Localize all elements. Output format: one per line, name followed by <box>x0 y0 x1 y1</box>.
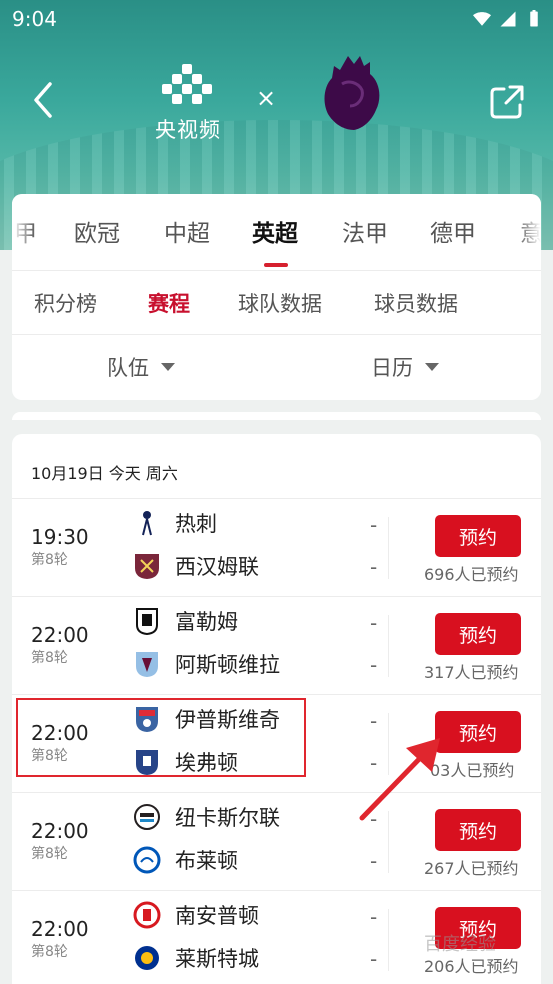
tab-league-5[interactable]: 德甲 <box>430 214 476 248</box>
title-bar: 央视频 × <box>0 56 553 148</box>
caret-down-icon <box>425 363 439 371</box>
signal-icon <box>500 11 516 27</box>
status-bar: 9:04 <box>0 0 553 38</box>
leicester-badge-icon <box>135 946 159 970</box>
cctv-logo-mark <box>162 64 212 104</box>
match-round: 第8轮 <box>31 944 68 960</box>
caret-down-icon <box>161 363 175 371</box>
match-row[interactable]: 22:00 第8轮 纽卡斯尔联 布莱顿 - - 预约 267人已预约 <box>12 793 541 891</box>
book-button[interactable]: 预约 <box>435 711 521 753</box>
home-score: - <box>370 709 378 733</box>
booking-count: 206人已预约 <box>424 957 519 976</box>
away-team-name: 布莱顿 <box>175 849 238 873</box>
battery-icon <box>530 10 538 27</box>
tab-schedule[interactable]: 赛程 <box>148 288 190 318</box>
separator-x: × <box>256 84 277 112</box>
share-icon[interactable] <box>488 83 526 121</box>
divider <box>388 909 389 971</box>
tab-league-1[interactable]: 欧冠 <box>74 214 120 248</box>
home-score: - <box>370 513 378 537</box>
booking-count: 267人已预约 <box>424 859 519 878</box>
team-filter-label: 队伍 <box>107 356 149 380</box>
home-team-name: 南安普顿 <box>175 904 259 928</box>
calendar-filter-dropdown[interactable]: 日历 <box>371 352 439 382</box>
home-team: 南安普顿 <box>133 899 259 931</box>
fulham-badge-icon <box>136 608 158 635</box>
home-team-name: 热刺 <box>175 512 217 536</box>
match-time: 19:30 <box>31 525 89 549</box>
home-team-name: 富勒姆 <box>175 610 238 634</box>
home-team-name: 纽卡斯尔联 <box>175 806 280 830</box>
home-team: 纽卡斯尔联 <box>133 801 280 833</box>
match-time: 22:00 <box>31 623 89 647</box>
calendar-filter-label: 日历 <box>371 356 413 380</box>
home-score: - <box>370 905 378 929</box>
annotation-arrow-icon <box>359 738 440 821</box>
tab-player-stats[interactable]: 球员数据 <box>374 288 458 318</box>
divider <box>388 517 389 579</box>
booking-count: 696人已预约 <box>424 565 519 584</box>
book-button[interactable]: 预约 <box>435 515 521 557</box>
away-team-name: 西汉姆联 <box>175 555 259 579</box>
collapsed-card <box>12 412 541 420</box>
match-row[interactable]: 22:00 第8轮 富勒姆 阿斯顿维拉 - - 预约 317人已预约 <box>12 597 541 695</box>
tab-standings[interactable]: 积分榜 <box>34 288 97 318</box>
west-ham-badge-icon <box>135 554 159 579</box>
tottenham-badge-icon <box>142 511 152 536</box>
away-score: - <box>370 653 378 677</box>
wifi-icon <box>473 12 491 26</box>
away-team-name: 莱斯特城 <box>175 947 259 971</box>
match-time: 22:00 <box>31 819 89 843</box>
home-team: 热刺 <box>133 507 217 539</box>
premier-league-lion-icon <box>324 56 380 130</box>
home-team: 富勒姆 <box>133 605 238 637</box>
southampton-badge-icon <box>133 901 161 929</box>
tab-league-3[interactable]: 英超 <box>252 214 298 248</box>
book-button[interactable]: 预约 <box>435 613 521 655</box>
filter-card: 甲 欧冠 中超 英超 法甲 德甲 意 积分榜 赛程 球队数据 球员数据 队伍 日… <box>12 194 541 400</box>
newcastle-badge-icon <box>134 804 160 830</box>
watermark: 百度经验 <box>424 934 496 955</box>
tabs-fade-left <box>12 194 36 270</box>
brighton-badge-icon <box>133 846 161 874</box>
divider <box>12 334 541 335</box>
tab-league-4[interactable]: 法甲 <box>342 214 388 248</box>
match-row[interactable]: 19:30 第8轮 热刺 西汉姆联 - - 预约 696人已预约 <box>12 499 541 597</box>
match-round: 第8轮 <box>31 650 68 666</box>
divider <box>388 615 389 677</box>
broadcaster-name: 央视频 <box>155 118 221 142</box>
team-filter-dropdown[interactable]: 队伍 <box>107 352 175 382</box>
tab-league-2[interactable]: 中超 <box>164 214 210 248</box>
sub-tabs: 积分榜 赛程 球队数据 球员数据 <box>12 271 541 333</box>
away-team: 莱斯特城 <box>133 942 259 974</box>
tab-team-stats[interactable]: 球队数据 <box>238 288 322 318</box>
away-team-name: 阿斯顿维拉 <box>175 653 280 677</box>
cctv-logo: 央视频 <box>150 64 226 144</box>
aston-villa-badge-icon <box>136 652 158 677</box>
away-score: - <box>370 555 378 579</box>
back-icon[interactable] <box>26 80 60 120</box>
match-round: 第8轮 <box>31 846 68 862</box>
date-header: 10月19日 今天 周六 <box>31 464 178 483</box>
status-time: 9:04 <box>12 7 57 31</box>
away-score: - <box>370 849 378 873</box>
status-icons <box>473 10 543 28</box>
home-score: - <box>370 611 378 635</box>
away-team: 西汉姆联 <box>133 550 259 582</box>
highlight-annotation-box <box>16 698 306 777</box>
league-tabs: 甲 欧冠 中超 英超 法甲 德甲 意 <box>12 194 541 270</box>
book-button[interactable]: 预约 <box>435 809 521 851</box>
match-round: 第8轮 <box>31 552 68 568</box>
away-team: 布莱顿 <box>133 844 238 876</box>
away-team: 阿斯顿维拉 <box>133 648 280 680</box>
active-tab-indicator <box>264 263 288 267</box>
tabs-fade-right <box>517 194 541 270</box>
away-score: - <box>370 947 378 971</box>
match-time: 22:00 <box>31 917 89 941</box>
booking-count: 317人已预约 <box>424 663 519 682</box>
